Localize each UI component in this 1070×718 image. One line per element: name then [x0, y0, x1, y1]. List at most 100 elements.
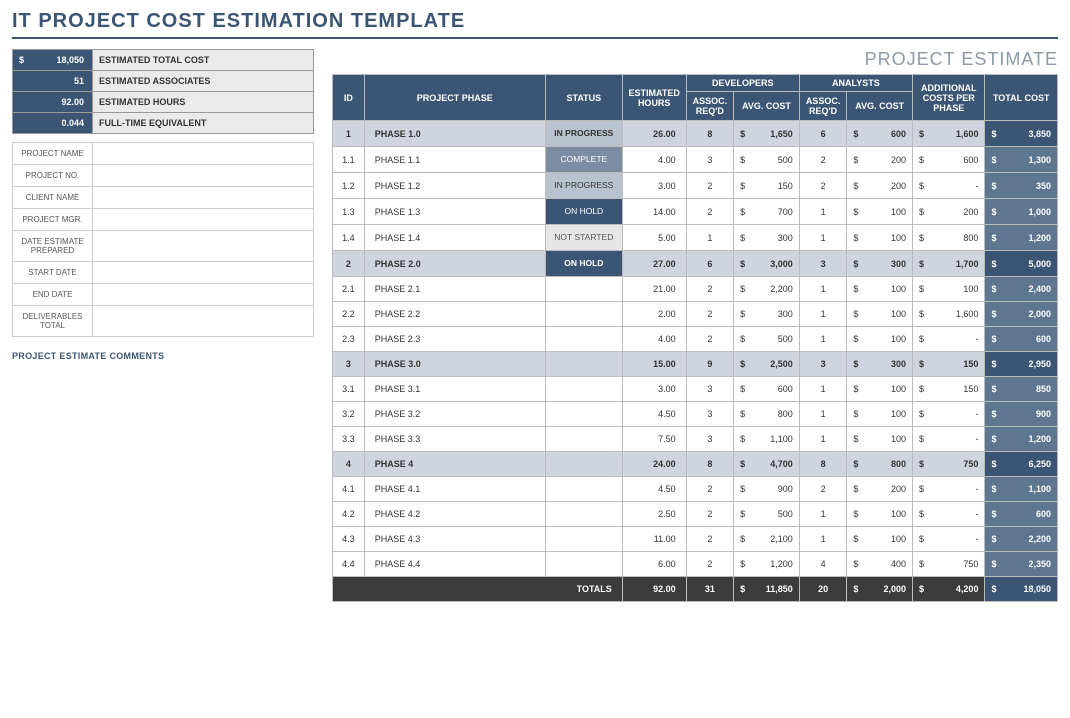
cell-dev-assoc[interactable]: 2: [686, 552, 734, 577]
cell-ana-assoc[interactable]: 3: [799, 251, 847, 277]
cell-ana-assoc[interactable]: 1: [799, 277, 847, 302]
cell-hours[interactable]: 24.00: [622, 452, 686, 477]
cell-phase[interactable]: PHASE 4.3: [364, 527, 545, 552]
cell-hours[interactable]: 4.00: [622, 147, 686, 173]
cell-hours[interactable]: 4.50: [622, 477, 686, 502]
cell-dev-assoc[interactable]: 2: [686, 302, 734, 327]
cell-id[interactable]: 2.1: [333, 277, 365, 302]
cell-ana-cost[interactable]: $800: [847, 452, 913, 477]
cell-dev-assoc[interactable]: 2: [686, 527, 734, 552]
cell-id[interactable]: 4.3: [333, 527, 365, 552]
cell-status[interactable]: [545, 377, 622, 402]
cell-total[interactable]: $1,100: [985, 477, 1058, 502]
cell-id[interactable]: 4.4: [333, 552, 365, 577]
cell-dev-cost[interactable]: $500: [734, 147, 800, 173]
cell-ana-cost[interactable]: $200: [847, 173, 913, 199]
cell-total[interactable]: $5,000: [985, 251, 1058, 277]
cell-additional[interactable]: $200: [913, 199, 985, 225]
cell-ana-assoc[interactable]: 2: [799, 147, 847, 173]
cell-hours[interactable]: 14.00: [622, 199, 686, 225]
cell-phase[interactable]: PHASE 2.2: [364, 302, 545, 327]
cell-hours[interactable]: 7.50: [622, 427, 686, 452]
cell-status[interactable]: [545, 477, 622, 502]
cell-ana-assoc[interactable]: 4: [799, 552, 847, 577]
cell-dev-cost[interactable]: $600: [734, 377, 800, 402]
info-value[interactable]: [93, 284, 314, 306]
cell-dev-assoc[interactable]: 8: [686, 121, 734, 147]
cell-dev-cost[interactable]: $500: [734, 327, 800, 352]
cell-dev-cost[interactable]: $1,650: [734, 121, 800, 147]
cell-total[interactable]: $1,300: [985, 147, 1058, 173]
cell-id[interactable]: 1: [333, 121, 365, 147]
cell-id[interactable]: 2.2: [333, 302, 365, 327]
summary-value[interactable]: 92.00: [13, 92, 93, 113]
cell-dev-cost[interactable]: $1,200: [734, 552, 800, 577]
cell-dev-cost[interactable]: $1,100: [734, 427, 800, 452]
summary-value[interactable]: 51: [13, 71, 93, 92]
cell-ana-cost[interactable]: $100: [847, 327, 913, 352]
cell-status[interactable]: [545, 552, 622, 577]
cell-phase[interactable]: PHASE 1.1: [364, 147, 545, 173]
cell-ana-assoc[interactable]: 1: [799, 377, 847, 402]
cell-status[interactable]: [545, 502, 622, 527]
cell-hours[interactable]: 15.00: [622, 352, 686, 377]
cell-dev-assoc[interactable]: 2: [686, 502, 734, 527]
cell-dev-assoc[interactable]: 2: [686, 327, 734, 352]
info-value[interactable]: [93, 209, 314, 231]
cell-hours[interactable]: 5.00: [622, 225, 686, 251]
cell-ana-cost[interactable]: $100: [847, 377, 913, 402]
cell-dev-assoc[interactable]: 8: [686, 452, 734, 477]
cell-status[interactable]: COMPLETE: [545, 147, 622, 173]
cell-additional[interactable]: $-: [913, 173, 985, 199]
cell-id[interactable]: 4.2: [333, 502, 365, 527]
cell-total[interactable]: $1,000: [985, 199, 1058, 225]
cell-phase[interactable]: PHASE 2.0: [364, 251, 545, 277]
cell-ana-assoc[interactable]: 1: [799, 327, 847, 352]
cell-dev-assoc[interactable]: 6: [686, 251, 734, 277]
cell-dev-cost[interactable]: $300: [734, 225, 800, 251]
info-value[interactable]: [93, 262, 314, 284]
cell-hours[interactable]: 11.00: [622, 527, 686, 552]
cell-hours[interactable]: 4.50: [622, 402, 686, 427]
cell-dev-cost[interactable]: $3,000: [734, 251, 800, 277]
cell-dev-assoc[interactable]: 1: [686, 225, 734, 251]
cell-additional[interactable]: $-: [913, 402, 985, 427]
cell-total[interactable]: $850: [985, 377, 1058, 402]
cell-additional[interactable]: $1,600: [913, 302, 985, 327]
cell-id[interactable]: 1.1: [333, 147, 365, 173]
cell-id[interactable]: 3.1: [333, 377, 365, 402]
cell-additional[interactable]: $750: [913, 452, 985, 477]
cell-ana-cost[interactable]: $100: [847, 225, 913, 251]
cell-additional[interactable]: $150: [913, 352, 985, 377]
cell-dev-assoc[interactable]: 2: [686, 173, 734, 199]
cell-dev-cost[interactable]: $2,500: [734, 352, 800, 377]
cell-hours[interactable]: 3.00: [622, 173, 686, 199]
cell-additional[interactable]: $750: [913, 552, 985, 577]
cell-additional[interactable]: $1,700: [913, 251, 985, 277]
cell-phase[interactable]: PHASE 3.2: [364, 402, 545, 427]
cell-dev-assoc[interactable]: 2: [686, 477, 734, 502]
summary-value[interactable]: $18,050: [13, 50, 93, 71]
cell-total[interactable]: $3,850: [985, 121, 1058, 147]
cell-additional[interactable]: $-: [913, 502, 985, 527]
cell-dev-assoc[interactable]: 3: [686, 402, 734, 427]
cell-id[interactable]: 2.3: [333, 327, 365, 352]
cell-status[interactable]: NOT STARTED: [545, 225, 622, 251]
cell-ana-assoc[interactable]: 1: [799, 302, 847, 327]
cell-dev-cost[interactable]: $2,100: [734, 527, 800, 552]
cell-ana-assoc[interactable]: 2: [799, 477, 847, 502]
cell-hours[interactable]: 2.50: [622, 502, 686, 527]
cell-hours[interactable]: 6.00: [622, 552, 686, 577]
cell-phase[interactable]: PHASE 1.3: [364, 199, 545, 225]
cell-dev-cost[interactable]: $150: [734, 173, 800, 199]
info-value[interactable]: [93, 165, 314, 187]
cell-dev-cost[interactable]: $2,200: [734, 277, 800, 302]
info-value[interactable]: [93, 231, 314, 262]
cell-ana-assoc[interactable]: 1: [799, 225, 847, 251]
cell-status[interactable]: [545, 327, 622, 352]
cell-additional[interactable]: $600: [913, 147, 985, 173]
cell-ana-cost[interactable]: $200: [847, 477, 913, 502]
cell-hours[interactable]: 4.00: [622, 327, 686, 352]
cell-phase[interactable]: PHASE 1.2: [364, 173, 545, 199]
cell-additional[interactable]: $1,600: [913, 121, 985, 147]
